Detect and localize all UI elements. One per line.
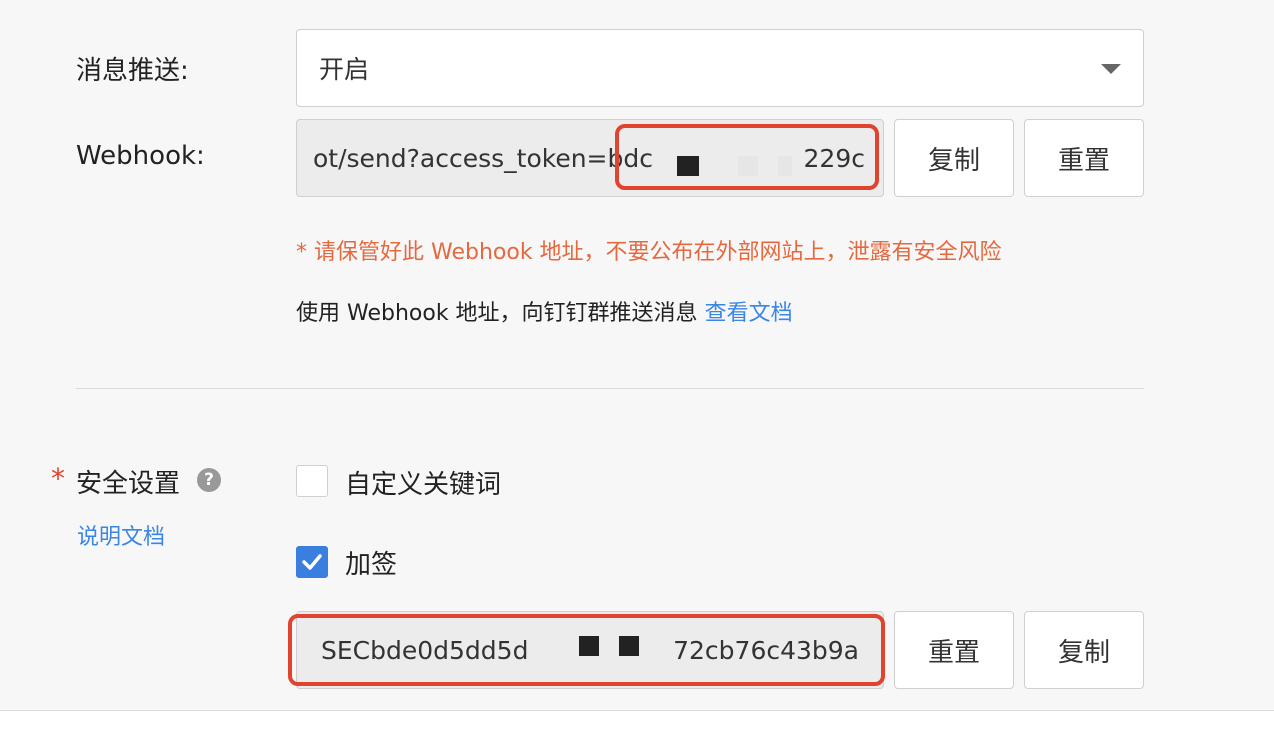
secret-copy-button[interactable]: 复制 — [1024, 611, 1144, 689]
secret-reset-button[interactable]: 重置 — [894, 611, 1014, 689]
webhook-input[interactable]: ot/send?access_token=bdc 229c — [296, 119, 884, 197]
bottom-bar — [0, 710, 1274, 739]
chevron-down-icon — [1101, 64, 1121, 74]
webhook-label: Webhook: — [76, 141, 205, 171]
webhook-hint: 使用 Webhook 地址，向钉钉群推送消息 查看文档 — [296, 295, 793, 327]
redaction-mark — [778, 156, 792, 176]
check-icon — [302, 554, 322, 570]
keyword-label: 自定义关键词 — [345, 470, 502, 500]
secret-suffix-text: 72cb76c43b9a — [673, 635, 859, 665]
secret-prefix-text: SECbde0d5dd5d — [321, 635, 529, 665]
help-icon-glyph: ? — [204, 470, 214, 490]
push-select-value: 开启 — [319, 55, 370, 84]
redaction-mark — [677, 156, 699, 176]
redaction-mark — [619, 636, 639, 656]
webhook-warning: * 请保管好此 Webhook 地址，不要公布在外部网站上，泄露有安全风险 — [296, 240, 1002, 265]
security-label: 安全设置 — [76, 469, 181, 499]
redaction-mark — [738, 156, 758, 176]
webhook-copy-button[interactable]: 复制 — [894, 119, 1014, 197]
webhook-reset-button[interactable]: 重置 — [1024, 119, 1144, 197]
view-docs-link[interactable]: 查看文档 — [705, 301, 793, 326]
sign-checkbox[interactable] — [296, 546, 328, 578]
push-label: 消息推送: — [76, 56, 189, 86]
required-mark: * — [51, 462, 65, 495]
webhook-url-text: ot/send?access_token=bdc — [313, 143, 653, 173]
help-icon[interactable]: ? — [197, 468, 221, 492]
keyword-checkbox[interactable] — [296, 465, 328, 497]
webhook-url-tail: 229c — [803, 143, 865, 173]
sign-label: 加签 — [345, 550, 398, 580]
webhook-hint-text: 使用 Webhook 地址，向钉钉群推送消息 — [296, 301, 698, 326]
secret-input[interactable]: SECbde0d5dd5d 72cb76c43b9a — [296, 611, 884, 689]
divider — [76, 388, 1144, 389]
security-doc-link[interactable]: 说明文档 — [77, 519, 165, 551]
push-select[interactable]: 开启 — [296, 29, 1144, 107]
redaction-mark — [579, 636, 599, 656]
